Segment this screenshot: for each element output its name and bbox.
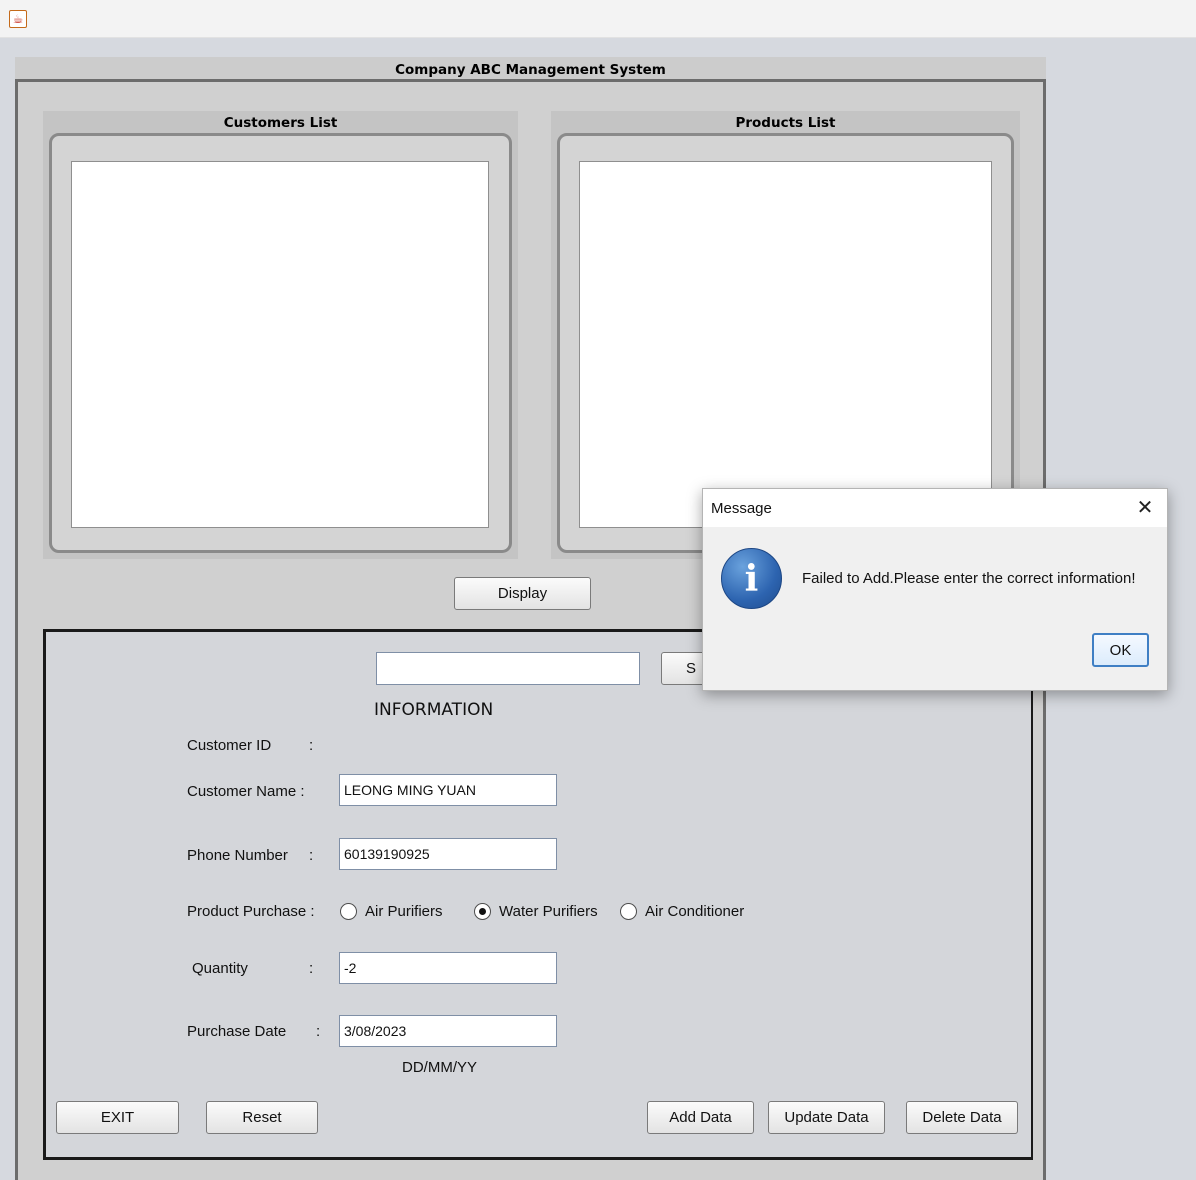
delete-data-button[interactable]: Delete Data: [906, 1101, 1018, 1134]
information-panel: [43, 629, 1033, 1160]
main-panel-title: Company ABC Management System: [15, 57, 1046, 81]
product-purchase-label: Product Purchase :: [187, 903, 315, 920]
window-titlebar: ☕: [0, 0, 1196, 38]
air-conditioner-radio[interactable]: [620, 903, 637, 920]
update-data-button[interactable]: Update Data: [768, 1101, 885, 1134]
reset-button[interactable]: Reset: [206, 1101, 318, 1134]
customers-list[interactable]: [71, 161, 489, 528]
customer-id-label: Customer ID: [187, 737, 272, 754]
quantity-colon: :: [309, 960, 314, 977]
customer-id-colon: :: [309, 737, 314, 754]
add-data-button[interactable]: Add Data: [647, 1101, 754, 1134]
dialog-title: Message: [711, 500, 772, 517]
dialog-titlebar: Message ✕: [703, 489, 1167, 527]
phone-number-label: Phone Number: [187, 847, 288, 864]
water-purifiers-label[interactable]: Water Purifiers: [499, 903, 598, 920]
phone-number-field[interactable]: 60139190925: [339, 838, 557, 870]
search-input[interactable]: [376, 652, 640, 685]
radio-selected-dot: [479, 908, 486, 915]
exit-button[interactable]: EXIT: [56, 1101, 179, 1134]
information-title: INFORMATION: [374, 700, 494, 720]
quantity-label: Quantity: [192, 960, 248, 977]
air-purifiers-label[interactable]: Air Purifiers: [365, 903, 443, 920]
message-dialog: Message ✕ i Failed to Add.Please enter t…: [702, 488, 1168, 691]
ok-button[interactable]: OK: [1092, 633, 1149, 667]
dialog-message: Failed to Add.Please enter the correct i…: [802, 570, 1136, 587]
purchase-date-field[interactable]: 3/08/2023: [339, 1015, 557, 1047]
purchase-date-colon: :: [316, 1023, 321, 1040]
customer-name-field[interactable]: LEONG MING YUAN: [339, 774, 557, 806]
purchase-date-label: Purchase Date: [187, 1023, 287, 1040]
display-button[interactable]: Display: [454, 577, 591, 610]
air-conditioner-label[interactable]: Air Conditioner: [645, 903, 744, 920]
close-icon[interactable]: ✕: [1133, 495, 1157, 519]
quantity-field[interactable]: -2: [339, 952, 557, 984]
information-icon: i: [721, 548, 782, 609]
date-format-hint: DD/MM/YY: [402, 1059, 477, 1076]
water-purifiers-radio[interactable]: [474, 903, 491, 920]
products-list[interactable]: [579, 161, 992, 528]
java-cup-icon[interactable]: ☕: [9, 10, 27, 28]
products-list-title: Products List: [735, 115, 836, 131]
customers-list-title: Customers List: [223, 115, 338, 131]
air-purifiers-radio[interactable]: [340, 903, 357, 920]
customer-name-label: Customer Name :: [187, 783, 305, 800]
phone-number-colon: :: [309, 847, 314, 864]
